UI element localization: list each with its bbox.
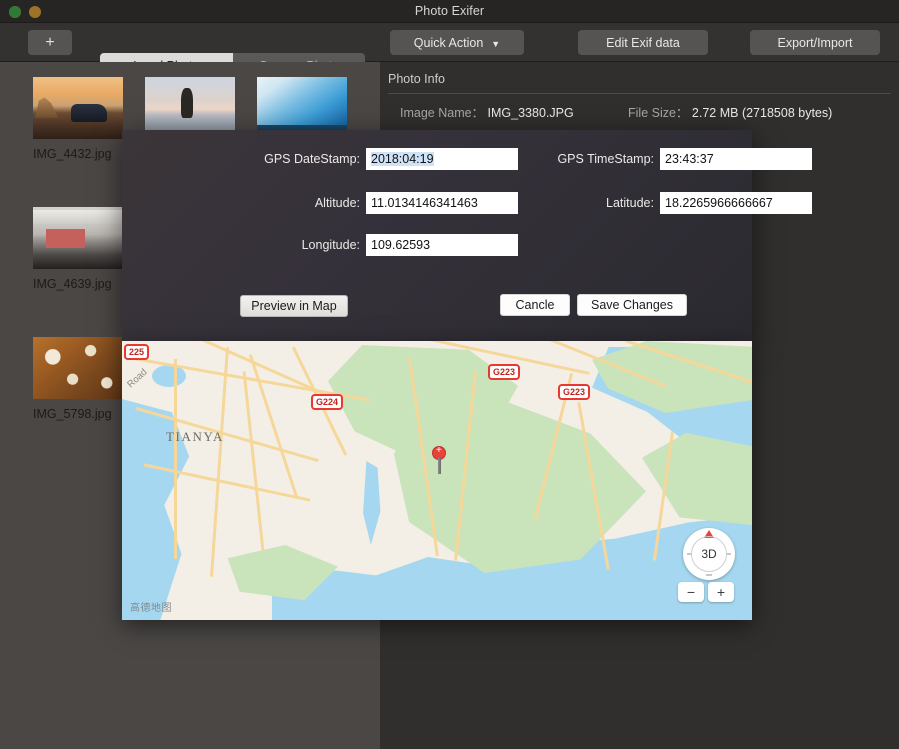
file-size-value: 2.72 MB (2718508 bytes) xyxy=(692,106,832,120)
image-name-label: Image Name： xyxy=(400,106,484,120)
chevron-down-icon: ▼ xyxy=(491,39,500,49)
quick-action-label: Quick Action xyxy=(414,36,483,50)
latitude-input[interactable]: 18.2265966666667 xyxy=(660,192,812,214)
map-zoom-controls[interactable]: − + xyxy=(678,582,734,602)
thumbnail[interactable] xyxy=(33,77,123,139)
photo-image xyxy=(33,207,123,269)
compass-3d-label[interactable]: 3D xyxy=(691,536,727,572)
gps-timestamp-input[interactable]: 23:43:37 xyxy=(660,148,812,170)
toolbar: + Local Photo Camera Photo Quick Action … xyxy=(0,23,899,62)
compass-3d-control[interactable]: 3D xyxy=(683,528,735,580)
minimize-button[interactable] xyxy=(29,6,41,18)
image-name-value: IMG_3380.JPG xyxy=(488,106,574,120)
list-item-label: IMG_5798.jpg xyxy=(33,407,123,421)
window-controls[interactable] xyxy=(9,6,41,18)
longitude-label: Longitude: xyxy=(240,238,360,252)
longitude-value: 109.62593 xyxy=(371,238,430,252)
gps-edit-dialog: GPS DateStamp: 2018:04:19 GPS TimeStamp:… xyxy=(122,130,752,341)
gps-timestamp-label: GPS TimeStamp: xyxy=(532,152,654,166)
gps-timestamp-row: GPS TimeStamp: 23:43:37 xyxy=(532,148,812,170)
add-photo-button[interactable]: + xyxy=(28,30,72,55)
latitude-row: Latitude: 18.2265966666667 xyxy=(532,192,812,214)
latitude-value: 18.2265966666667 xyxy=(665,196,773,210)
altitude-row: Altitude: 11.0134146341463 xyxy=(240,192,518,214)
compass-south-tick xyxy=(706,574,712,576)
longitude-row: Longitude: 109.62593 xyxy=(240,234,518,256)
file-size-row: File Size： 2.72 MB (2718508 bytes) xyxy=(628,102,832,121)
save-changes-button[interactable]: Save Changes xyxy=(577,294,687,316)
app-window: Photo Exifer + Local Photo Camera Photo … xyxy=(0,0,899,749)
gps-datestamp-value: 2018:04:19 xyxy=(371,152,434,166)
altitude-value: 11.0134146341463 xyxy=(371,196,478,210)
place-label: TIANYA xyxy=(166,429,224,445)
cancel-button[interactable]: Cancle xyxy=(500,294,570,316)
map-pin-marker[interactable] xyxy=(432,446,446,474)
file-size-label: File Size： xyxy=(628,106,688,120)
route-shield: G223 xyxy=(558,384,590,400)
route-shield: 225 xyxy=(124,344,149,360)
zoom-in-button[interactable]: + xyxy=(708,582,734,602)
title-bar: Photo Exifer xyxy=(0,0,899,23)
altitude-input[interactable]: 11.0134146341463 xyxy=(366,192,518,214)
photo-image xyxy=(33,337,123,399)
thumbnail[interactable] xyxy=(33,207,123,269)
gps-timestamp-value: 23:43:37 xyxy=(665,152,714,166)
thumbnail[interactable] xyxy=(33,337,123,399)
divider xyxy=(388,93,891,94)
gps-datestamp-row: GPS DateStamp: 2018:04:19 xyxy=(240,148,518,170)
photo-info-title: Photo Info xyxy=(388,72,445,86)
window-title: Photo Exifer xyxy=(0,4,899,18)
route-shield: G223 xyxy=(488,364,520,380)
route-shield: G224 xyxy=(311,394,343,410)
pin-stick xyxy=(438,458,441,474)
export-import-button[interactable]: Export/Import xyxy=(750,30,880,55)
zoom-button[interactable] xyxy=(9,6,21,18)
list-item-label: IMG_4639.jpg xyxy=(33,277,123,291)
edit-exif-data-button[interactable]: Edit Exif data xyxy=(578,30,708,55)
quick-action-button[interactable]: Quick Action ▼ xyxy=(390,30,524,55)
latitude-label: Latitude: xyxy=(532,196,654,210)
gps-datestamp-label: GPS DateStamp: xyxy=(240,152,360,166)
zoom-out-button[interactable]: − xyxy=(678,582,704,602)
list-item[interactable]: IMG_4639.jpg xyxy=(33,207,123,291)
image-name-row: Image Name： IMG_3380.JPG xyxy=(400,102,574,121)
preview-in-map-button[interactable]: Preview in Map xyxy=(240,295,348,317)
map-attribution: 高德地图 xyxy=(130,599,172,614)
map-preview[interactable]: 225 G223 G223 G224 Road TIANYA 3D − + 高德… xyxy=(122,341,752,620)
gps-datestamp-input[interactable]: 2018:04:19 xyxy=(366,148,518,170)
list-item[interactable]: IMG_4432.jpg xyxy=(33,77,123,161)
photo-image xyxy=(33,77,123,139)
list-item-label: IMG_4432.jpg xyxy=(33,147,123,161)
longitude-input[interactable]: 109.62593 xyxy=(366,234,518,256)
altitude-label: Altitude: xyxy=(240,196,360,210)
list-item[interactable]: IMG_5798.jpg xyxy=(33,337,123,421)
